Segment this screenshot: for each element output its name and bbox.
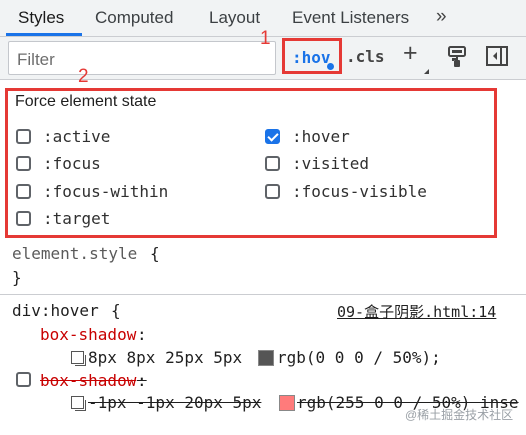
checkbox[interactable] bbox=[16, 184, 31, 199]
element-style-selector: element.style bbox=[12, 244, 138, 263]
checkbox[interactable] bbox=[265, 184, 280, 199]
state-label: :visited bbox=[292, 154, 370, 173]
checkbox[interactable] bbox=[16, 156, 31, 171]
shadow-value-lengths[interactable]: 8px 8px 25px 5px bbox=[88, 348, 242, 367]
filter-placeholder: Filter bbox=[17, 50, 55, 69]
open-brace: { bbox=[111, 301, 121, 320]
color-swatch[interactable] bbox=[279, 395, 295, 411]
checkbox[interactable] bbox=[265, 156, 280, 171]
tab-styles[interactable]: Styles bbox=[18, 0, 64, 36]
rule-selector[interactable]: div:hover bbox=[12, 301, 99, 320]
property-name[interactable]: box-shadow bbox=[40, 325, 136, 344]
paint-brush-icon[interactable] bbox=[448, 46, 466, 73]
annotation-box-1 bbox=[282, 38, 342, 74]
shadow-editor-icon[interactable] bbox=[71, 396, 86, 411]
tab-layout[interactable]: Layout bbox=[209, 0, 260, 36]
state-label: :focus-within bbox=[43, 182, 169, 201]
checkbox[interactable] bbox=[16, 211, 31, 226]
annotation-number-2: 2 bbox=[78, 66, 89, 87]
property-colon: : bbox=[137, 371, 147, 390]
state-label: :focus bbox=[43, 154, 101, 173]
state-label: :target bbox=[43, 209, 111, 228]
checkbox-checked[interactable] bbox=[265, 129, 280, 144]
shadow-value-lengths-overridden[interactable]: -1px -1px 20px 5px bbox=[88, 393, 261, 412]
watermark: @稀土掘金技术社区 bbox=[405, 408, 514, 422]
checkbox[interactable] bbox=[16, 129, 31, 144]
annotation-number-1: 1 bbox=[260, 28, 271, 49]
shadow-editor-icon[interactable] bbox=[71, 351, 86, 366]
source-link[interactable]: 09-盒子阴影.html:14 bbox=[337, 301, 496, 322]
state-label: :hover bbox=[292, 127, 350, 146]
new-style-rule-button[interactable]: + bbox=[403, 39, 418, 68]
open-brace: { bbox=[150, 244, 160, 263]
toggle-sidebar-icon[interactable] bbox=[486, 46, 508, 71]
force-state-title: Force element state bbox=[15, 93, 157, 110]
state-label: :active bbox=[43, 127, 111, 146]
tab-event-listeners[interactable]: Event Listeners bbox=[292, 0, 409, 36]
corner-triangle-icon bbox=[424, 64, 429, 74]
active-tab-indicator bbox=[6, 33, 82, 36]
shadow-value-color[interactable]: rgb(0 0 0 / 50%); bbox=[277, 348, 441, 367]
filter-input[interactable]: Filter bbox=[8, 41, 276, 75]
close-brace: } bbox=[12, 268, 22, 287]
declaration-checkbox[interactable] bbox=[16, 372, 31, 387]
tab-overflow-chevron-icon[interactable]: » bbox=[436, 6, 447, 28]
element-style-rule: element.style { } bbox=[0, 240, 526, 295]
state-label: :focus-visible bbox=[292, 182, 427, 201]
property-colon: : bbox=[137, 325, 147, 344]
tab-computed[interactable]: Computed bbox=[95, 0, 173, 36]
cls-button[interactable]: .cls bbox=[346, 47, 385, 66]
color-swatch[interactable] bbox=[258, 350, 274, 366]
property-name-overridden[interactable]: box-shadow bbox=[40, 371, 136, 390]
